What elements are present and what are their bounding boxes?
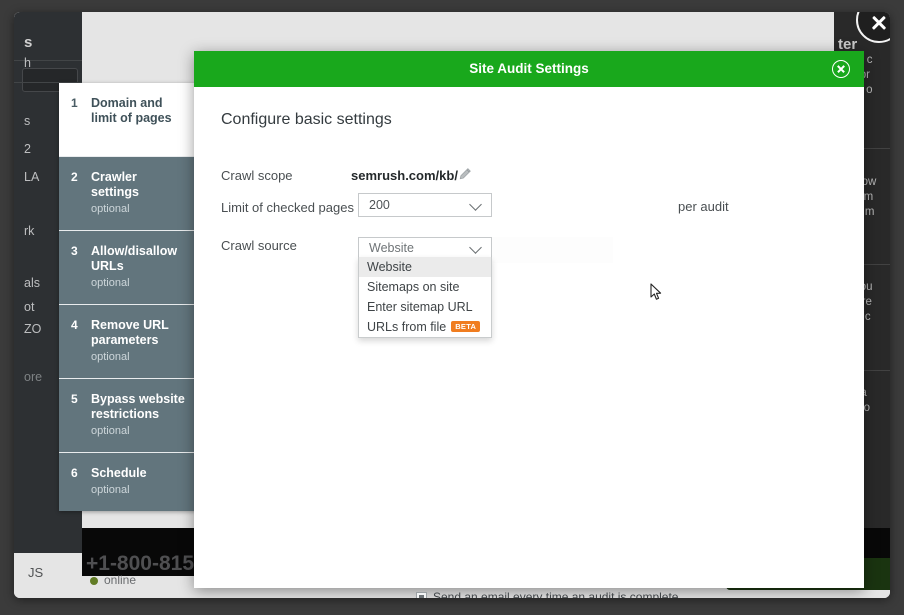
close-circle-icon[interactable] <box>832 60 850 78</box>
stepper-item-schedule[interactable]: 6 Schedule optional <box>59 453 198 511</box>
browser-page-frame: s h s 2 LA rk als ot ZO ore ter ers a c … <box>14 12 890 598</box>
stepper-item-crawler-settings[interactable]: 2 Crawler settings optional <box>59 157 198 231</box>
dropdown-option-urls-from-file[interactable]: URLs from file BETA <box>359 317 491 337</box>
step-number: 1 <box>71 96 78 110</box>
step-label: Crawler settings <box>91 170 139 199</box>
step-optional: optional <box>91 484 130 496</box>
step-number: 3 <box>71 244 78 258</box>
beta-badge: BETA <box>451 321 481 332</box>
dropdown-option-website[interactable]: Website <box>359 257 491 277</box>
crawl-source-value: Website <box>369 240 414 255</box>
mouse-cursor-icon <box>650 283 662 300</box>
step-optional: optional <box>91 203 130 215</box>
crawl-source-select[interactable]: Website <box>358 237 492 258</box>
step-label: Domain and limit of pages <box>91 96 172 125</box>
step-optional: optional <box>91 425 130 437</box>
limit-of-checked-pages-label: Limit of checked pages <box>221 200 354 215</box>
site-audit-settings-modal: Site Audit Settings Configure basic sett… <box>194 51 864 598</box>
step-number: 5 <box>71 392 78 406</box>
settings-stepper: 1 Domain and limit of pages 2 Crawler se… <box>59 83 198 511</box>
viewport: s h s 2 LA rk als ot ZO ore ter ers a c … <box>0 0 904 615</box>
step-number: 6 <box>71 466 78 480</box>
stepper-item-allow-disallow-urls[interactable]: 3 Allow/disallow URLs optional <box>59 231 198 305</box>
modal-title: Site Audit Settings <box>469 61 589 76</box>
crawl-source-dropdown-menu: Website Sitemaps on site Enter sitemap U… <box>358 257 492 338</box>
dropdown-option-sitemaps-on-site[interactable]: Sitemaps on site <box>359 277 491 297</box>
step-label: Bypass website restrictions <box>91 392 185 421</box>
stepper-item-bypass-website-restrictions[interactable]: 5 Bypass website restrictions optional <box>59 379 198 453</box>
send-email-checkbox[interactable] <box>416 591 427 598</box>
crawl-source-label: Crawl source <box>221 238 297 253</box>
dropdown-option-label: Website <box>367 260 412 274</box>
stepper-item-domain-and-limit[interactable]: 1 Domain and limit of pages <box>59 83 198 157</box>
crawl-scope-value: semrush.com/kb/ <box>351 168 458 183</box>
dropdown-option-label: Enter sitemap URL <box>367 300 473 314</box>
limit-value: 200 <box>369 198 390 212</box>
crawl-scope-label: Crawl scope <box>221 168 293 183</box>
step-optional: optional <box>91 277 130 289</box>
step-number: 2 <box>71 170 78 184</box>
step-label: Remove URL parameters <box>91 318 169 347</box>
pencil-icon[interactable] <box>458 167 472 181</box>
email-notification-row: Send an email every time an audit is com… <box>416 590 682 598</box>
section-title: Configure basic settings <box>221 111 392 128</box>
stepper-item-remove-url-parameters[interactable]: 4 Remove URL parameters optional <box>59 305 198 379</box>
modal-header: Site Audit Settings <box>194 51 864 87</box>
per-audit-suffix: per audit <box>678 199 729 214</box>
step-optional: optional <box>91 351 130 363</box>
dropdown-option-label: Sitemaps on site <box>367 280 460 294</box>
step-label: Schedule <box>91 466 147 480</box>
hidden-source-input[interactable] <box>490 237 613 263</box>
step-number: 4 <box>71 318 78 332</box>
step-label: Allow/disallow URLs <box>91 244 178 273</box>
dropdown-option-label: URLs from file <box>367 320 447 334</box>
dropdown-option-enter-sitemap-url[interactable]: Enter sitemap URL <box>359 297 491 317</box>
limit-of-checked-pages-select[interactable]: 200 <box>358 193 492 217</box>
chevron-down-icon <box>469 198 482 211</box>
send-email-label: Send an email every time an audit is com… <box>433 590 682 598</box>
chevron-down-icon <box>469 240 482 254</box>
